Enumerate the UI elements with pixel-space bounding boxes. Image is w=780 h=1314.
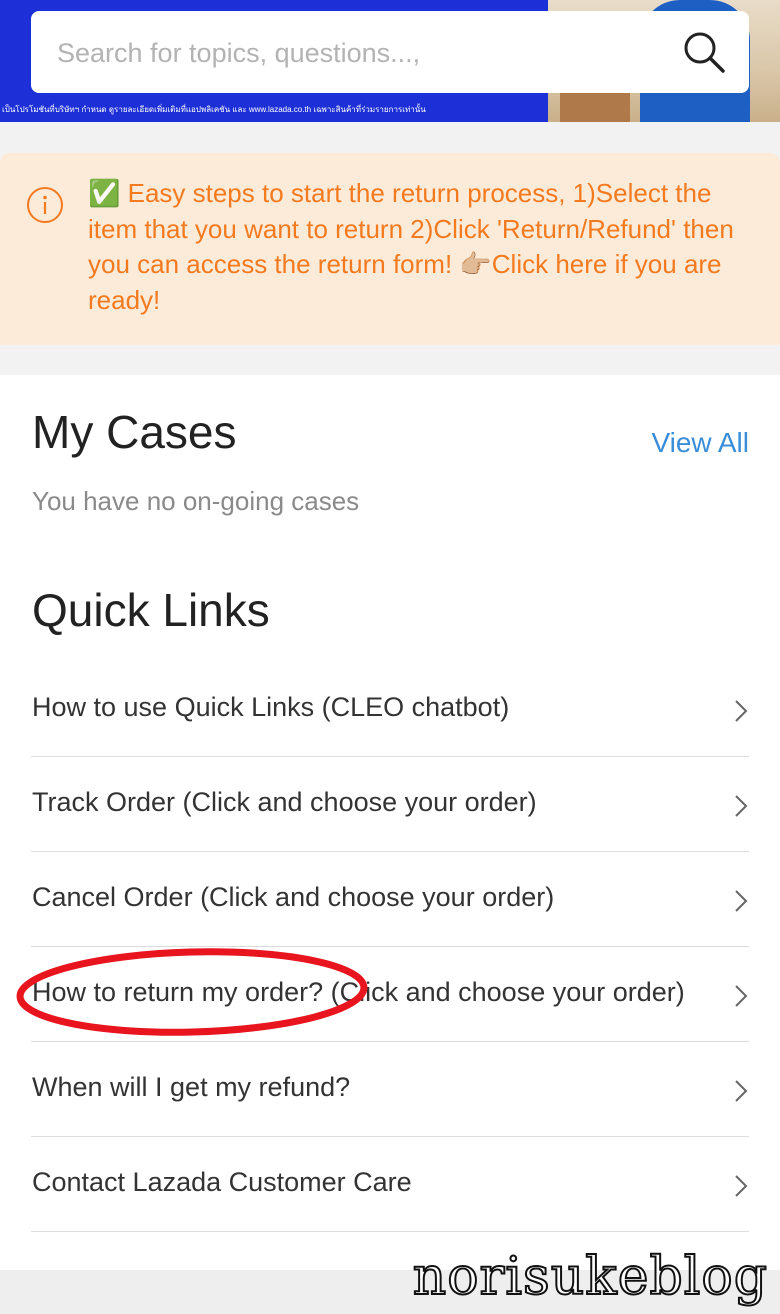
header-banner: เป็นโปรโมชันที่บริษัทฯ กำหนด ดูรายละเอีย… <box>0 0 780 122</box>
chevron-right-icon <box>735 890 748 912</box>
quick-link-label: Cancel Order (Click and choose your orde… <box>32 882 555 912</box>
quick-link-return-order[interactable]: How to return my order? (Click and choos… <box>31 947 749 1042</box>
watermark: norisukeblog <box>412 1247 768 1307</box>
quick-link-label: Contact Lazada Customer Care <box>32 1167 412 1197</box>
info-icon <box>27 187 63 223</box>
quick-link-refund-timing[interactable]: When will I get my refund? <box>31 1042 749 1137</box>
return-notice-text[interactable]: ✅ Easy steps to start the return process… <box>88 176 764 318</box>
quick-link-label: How to return my order? (Click and choos… <box>32 977 685 1007</box>
view-all-link[interactable]: View All <box>651 427 749 459</box>
quick-link-label: When will I get my refund? <box>32 1072 351 1102</box>
chevron-right-icon <box>735 795 748 817</box>
my-cases-title: My Cases <box>32 406 237 458</box>
chevron-right-icon <box>735 1175 748 1197</box>
quick-links-title: Quick Links <box>32 584 270 636</box>
quick-link-contact-care[interactable]: Contact Lazada Customer Care <box>31 1137 749 1232</box>
banner-fineprint: เป็นโปรโมชันที่บริษัทฯ กำหนด ดูรายละเอีย… <box>2 105 426 114</box>
chevron-right-icon <box>735 700 748 722</box>
quick-link-quick-links-guide[interactable]: How to use Quick Links (CLEO chatbot) <box>31 662 749 757</box>
chevron-right-icon <box>735 985 748 1007</box>
quick-link-track-order[interactable]: Track Order (Click and choose your order… <box>31 757 749 852</box>
chevron-right-icon <box>735 1080 748 1102</box>
quick-links-list: How to use Quick Links (CLEO chatbot) Tr… <box>31 662 749 1232</box>
no-cases-message: You have no on-going cases <box>32 486 360 516</box>
quick-link-cancel-order[interactable]: Cancel Order (Click and choose your orde… <box>31 852 749 947</box>
search-icon[interactable] <box>681 29 727 75</box>
quick-link-label: Track Order (Click and choose your order… <box>32 787 537 817</box>
search-box[interactable] <box>31 11 749 93</box>
search-input[interactable] <box>55 33 659 73</box>
quick-link-label: How to use Quick Links (CLEO chatbot) <box>32 692 510 722</box>
